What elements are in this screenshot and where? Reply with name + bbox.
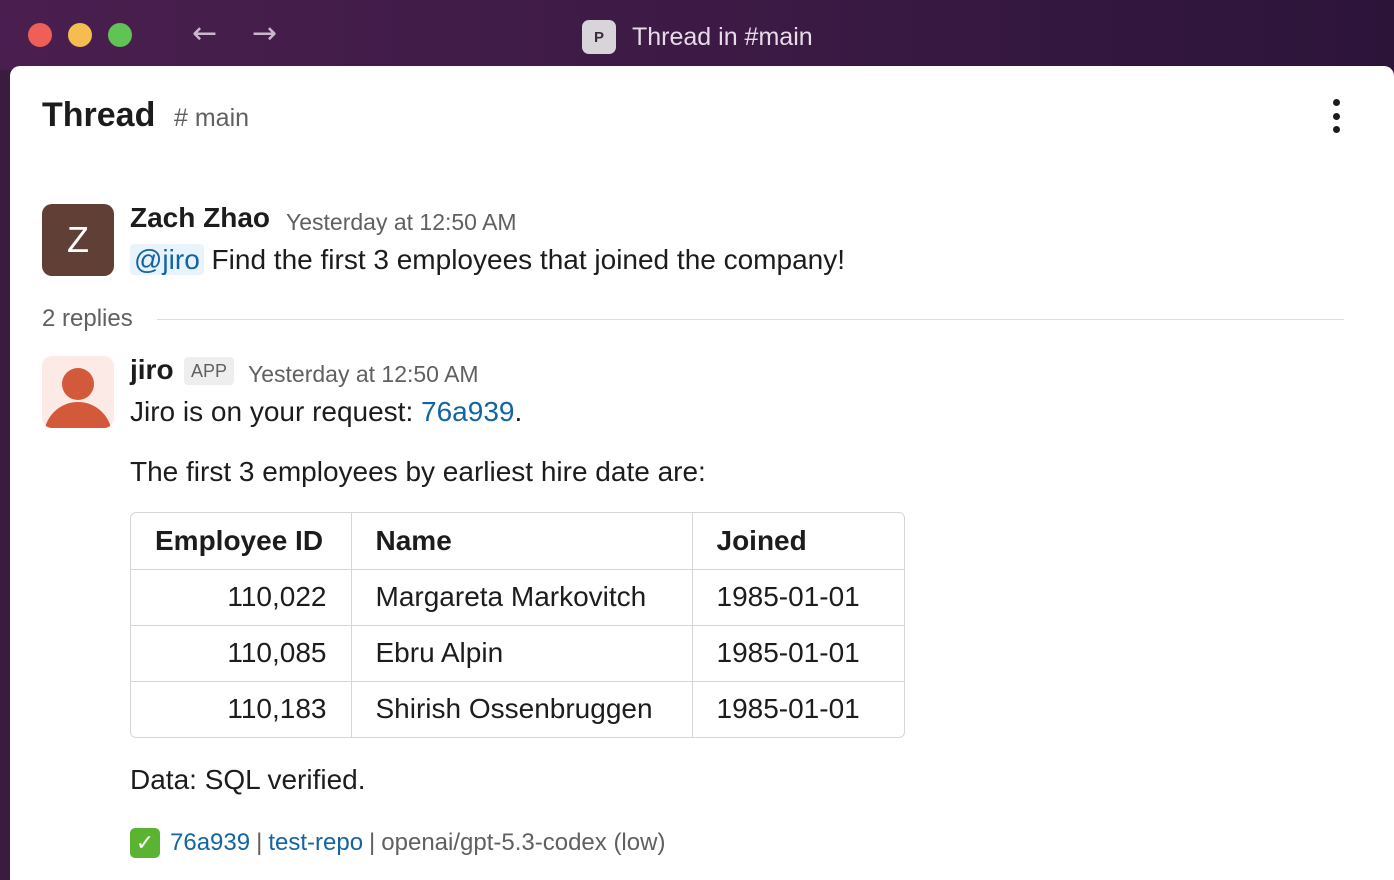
column-header-name: Name [351,513,693,570]
mention-link[interactable]: @jiro [130,244,204,275]
status-footer: ✓ 76a939 | test-repo | openai/gpt-5.3-co… [130,828,665,858]
table-header-row: Employee ID Name Joined [131,513,904,570]
joined-cell: 1985-01-01 [716,693,860,725]
column-header-joined: Joined [692,513,904,570]
message-text: Jiro is on your request: 76a939. [130,396,522,428]
name-cell: Margareta Markovitch [351,569,693,626]
forward-arrow-icon[interactable]: → [252,14,277,54]
minimize-window-button[interactable] [68,23,92,47]
app-badge: APP [184,357,235,385]
message-body: Find the first 3 employees that joined t… [203,244,846,275]
thread-title: Thread [42,96,156,134]
avatar[interactable]: Z [42,204,114,276]
commit-link[interactable]: 76a939 [170,829,250,857]
window-title: P Thread in #main [582,20,813,54]
message-text: The first 3 employees by earliest hire d… [130,456,706,487]
message-timestamp[interactable]: Yesterday at 12:50 AM [286,209,517,236]
name-cell: Ebru Alpin [351,625,693,682]
table-row: 110,183 Shirish Ossenbruggen 1985-01-01 [131,681,904,737]
results-table: Employee ID Name Joined 110,022 Margaret… [130,512,905,738]
close-window-button[interactable] [28,23,52,47]
message-text: @jiro Find the first 3 employees that jo… [130,244,845,276]
employee-id-cell: 110,022 [131,569,352,626]
author-name[interactable]: Zach Zhao [130,202,270,234]
message-text: Data: SQL verified. [130,764,366,795]
user-avatar-icon[interactable] [42,356,114,428]
table-row: 110,085 Ebru Alpin 1985-01-01 [131,625,904,682]
window-title-text: Thread in #main [632,22,813,51]
model-label: openai/gpt-5.3-codex (low) [381,829,666,856]
back-arrow-icon[interactable]: ← [192,14,217,54]
more-options-icon[interactable] [1326,96,1346,136]
maximize-window-button[interactable] [108,23,132,47]
request-link[interactable]: 76a939 [421,396,514,427]
channel-link[interactable]: # main [174,104,249,133]
table-row: 110,022 Margareta Markovitch 1985-01-01 [131,569,904,626]
joined-cell: 1985-01-01 [692,569,904,626]
repo-link[interactable]: test-repo [268,829,363,857]
message-prefix: Jiro is on your request: [130,396,422,427]
joined-cell: 1985-01-01 [692,625,904,682]
column-header-employee-id: Employee ID [131,513,352,570]
workspace-icon[interactable]: P [582,20,616,54]
separator: | [256,829,263,856]
name-cell: Shirish Ossenbruggen [351,681,693,737]
replies-divider-row: 2 replies [42,304,1344,334]
separator: | [369,829,376,856]
employee-id-cell: 110,183 [131,681,352,737]
replies-count: 2 replies [42,305,133,332]
employee-id-cell: 110,085 [131,625,352,682]
divider [156,318,1344,320]
author-name[interactable]: jiro [130,354,174,386]
white-check-mark-icon: ✓ [130,828,160,858]
message-suffix: . [514,396,523,427]
window-titlebar: ← → P Thread in #main [0,0,1394,70]
message-timestamp[interactable]: Yesterday at 12:50 AM [248,361,479,388]
thread-panel: Thread # main Z Zach Zhao Yesterday at 1… [10,66,1394,880]
